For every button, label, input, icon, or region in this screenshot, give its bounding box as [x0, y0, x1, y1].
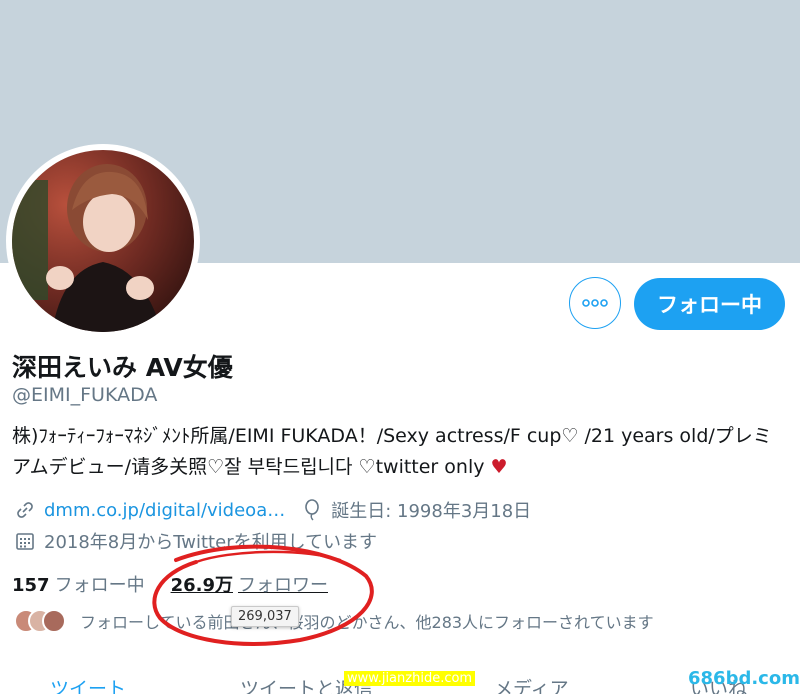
more-horizontal-icon [582, 299, 608, 307]
following-label: フォロー中 [54, 575, 145, 596]
followers-count: 26.9万 [170, 575, 233, 596]
bio-text: 株)ﾌｫｰﾃｨｰﾌｫｰﾏﾈｼﾞﾒﾝﾄ所属/EIMI FUKADA！/Sexy a… [12, 425, 772, 478]
balloon-icon [301, 499, 323, 521]
avatar-photo [12, 150, 194, 332]
joined-date: 2018年8月からTwitterを利用しています [44, 532, 378, 553]
birthday-text: 誕生日: 1998年3月18日 [331, 501, 532, 522]
followers-stat[interactable]: 26.9万 フォロワー [171, 571, 328, 597]
watermark-center: www.jianzhide.com [344, 671, 476, 686]
watermark-corner: 686bd.com [688, 668, 800, 689]
heart-emoji: ♥ [490, 456, 508, 478]
mini-avatar [42, 609, 66, 633]
avatar[interactable] [12, 150, 194, 332]
profile-meta-row-2: 2018年8月からTwitterを利用しています [14, 528, 377, 554]
profile-stats: 157 フォロー中 26.9万 フォロワー [12, 571, 328, 597]
known-followers-avatars [14, 609, 66, 633]
profile-handle[interactable]: @EIMI_FUKADA [12, 384, 157, 406]
website-link[interactable]: dmm.co.jp/digital/videoa… [44, 500, 285, 521]
profile-meta-row-1: dmm.co.jp/digital/videoa… 誕生日: 1998年3月18… [14, 497, 531, 523]
followers-count-tooltip: 269,037 [231, 606, 299, 627]
known-followers-text: フォローしている前田さん、桜羽のどかさん、他283人にフォローされています [80, 613, 654, 632]
profile-bio: 株)ﾌｫｰﾃｨｰﾌｫｰﾏﾈｼﾞﾒﾝﾄ所属/EIMI FUKADA！/Sexy a… [12, 421, 782, 483]
following-button[interactable]: フォロー中 [634, 278, 785, 330]
known-followers[interactable]: フォローしている前田さん、桜羽のどかさん、他283人にフォローされています [14, 607, 654, 635]
tab-tweets[interactable]: ツイート [50, 674, 126, 694]
more-options-button[interactable] [569, 277, 621, 329]
followers-label: フォロワー [238, 575, 328, 596]
tab-media[interactable]: メディア [494, 674, 569, 694]
profile-name: 深田えいみ AV女優 [12, 353, 233, 382]
link-icon [14, 499, 36, 521]
following-stat[interactable]: 157 フォロー中 [12, 571, 145, 597]
calendar-icon [14, 530, 36, 552]
following-count: 157 [12, 575, 50, 596]
